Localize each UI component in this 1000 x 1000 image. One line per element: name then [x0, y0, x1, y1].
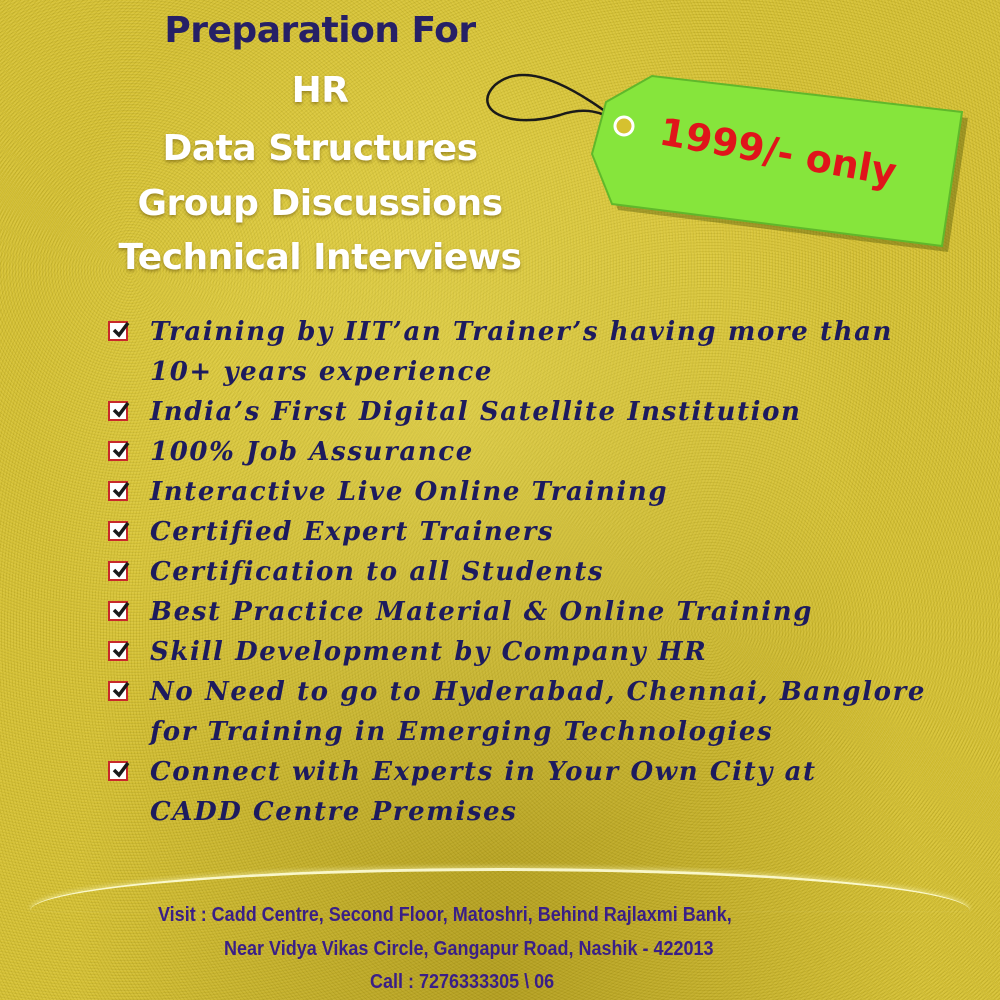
footer: Visit : Cadd Centre, Second Floor, Matos… — [0, 900, 1000, 1000]
checked-checkbox-icon — [108, 401, 130, 421]
feature-item: India’s First Digital Satellite Institut… — [108, 392, 988, 432]
features-list: Training by IIT’an Trainer’s having more… — [108, 312, 988, 832]
feature-text: Certified Expert Trainers — [150, 517, 555, 547]
feature-text-continued: 10+ years experience — [150, 357, 494, 387]
poster-title: Preparation For — [164, 10, 476, 51]
checked-checkbox-icon — [108, 521, 130, 541]
feature-item: No Need to go to Hyderabad, Chennai, Ban… — [108, 672, 988, 752]
checked-checkbox-icon — [108, 321, 130, 341]
call-number: Call : 7276333305 \ 06 — [370, 971, 555, 993]
checked-checkbox-icon — [108, 601, 130, 621]
feature-item: Skill Development by Company HR — [108, 632, 988, 672]
feature-text: Training by IIT’an Trainer’s having more… — [150, 317, 894, 347]
feature-text: 100% Job Assurance — [150, 437, 474, 467]
checked-checkbox-icon — [108, 761, 130, 781]
checked-checkbox-icon — [108, 641, 130, 661]
feature-item: Training by IIT’an Trainer’s having more… — [108, 312, 988, 392]
feature-item: Best Practice Material & Online Training — [108, 592, 988, 632]
feature-text: Best Practice Material & Online Training — [150, 597, 814, 627]
feature-item: Interactive Live Online Training — [108, 472, 988, 512]
feature-text: Connect with Experts in Your Own City at — [150, 757, 817, 787]
checked-checkbox-icon — [108, 681, 130, 701]
feature-item: Connect with Experts in Your Own City at… — [108, 752, 988, 832]
feature-item: 100% Job Assurance — [108, 432, 988, 472]
checked-checkbox-icon — [108, 441, 130, 461]
feature-text: Skill Development by Company HR — [150, 637, 708, 667]
address-line-1: Visit : Cadd Centre, Second Floor, Matos… — [158, 904, 732, 926]
checked-checkbox-icon — [108, 561, 130, 581]
feature-text: Interactive Live Online Training — [150, 477, 669, 507]
feature-item: Certified Expert Trainers — [108, 512, 988, 552]
feature-item: Certification to all Students — [108, 552, 988, 592]
feature-text-continued: for Training in Emerging Technologies — [150, 717, 774, 747]
checked-checkbox-icon — [108, 481, 130, 501]
feature-text-continued: CADD Centre Premises — [150, 797, 518, 827]
address-line-2: Near Vidya Vikas Circle, Gangapur Road, … — [224, 938, 714, 960]
feature-text: Certification to all Students — [150, 557, 605, 587]
feature-text: No Need to go to Hyderabad, Chennai, Ban… — [150, 677, 927, 707]
poster: Preparation For HR Data Structures Group… — [0, 0, 1000, 1000]
feature-text: India’s First Digital Satellite Institut… — [150, 397, 802, 427]
